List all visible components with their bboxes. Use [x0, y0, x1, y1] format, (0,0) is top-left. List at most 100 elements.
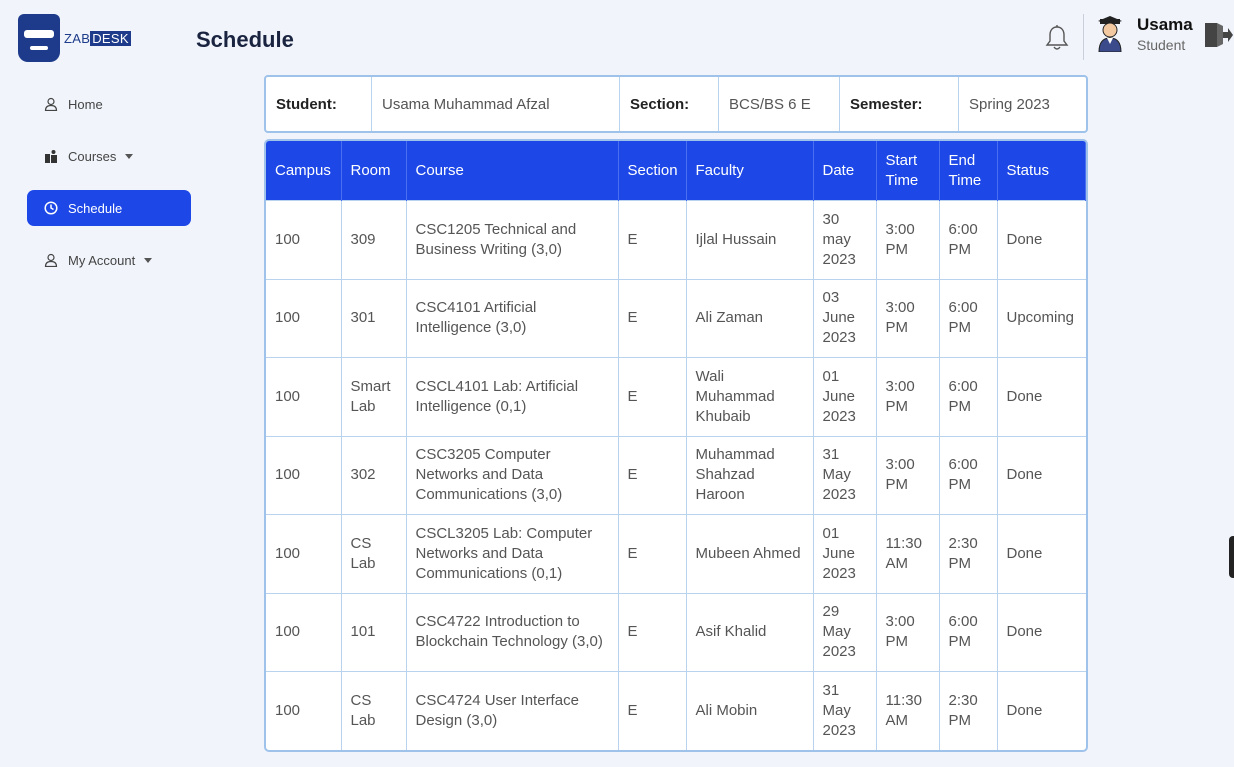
student-value-cell: Usama Muhammad Afzal: [372, 77, 620, 131]
cell-start-time: 3:00 PM: [875, 278, 940, 358]
scroll-handle[interactable]: [1229, 536, 1234, 578]
cell-start-time: 11:30 AM: [875, 671, 940, 750]
cell-room: 302: [340, 435, 407, 515]
cell-start-time: 3:00 PM: [875, 435, 940, 515]
logo-face-icon: [18, 14, 60, 62]
cell-status: Done: [996, 357, 1086, 437]
cell-campus: 100: [266, 278, 342, 358]
student-label-cell: Student:: [266, 77, 372, 131]
table-row: 100 CS Lab CSCL3205 Lab: Computer Networ…: [266, 514, 1086, 594]
sidebar-item-home[interactable]: Home: [27, 86, 191, 122]
column-header[interactable]: Course: [406, 141, 619, 201]
logout-icon[interactable]: [1203, 20, 1233, 50]
cell-faculty: Muhammad Shahzad Haroon: [685, 435, 814, 515]
books-icon: [45, 150, 57, 163]
cell-room: 101: [340, 592, 407, 672]
sidebar-item-label: Schedule: [68, 200, 123, 216]
user-icon: [44, 253, 58, 267]
cell-room: 301: [340, 278, 407, 358]
semester-value-cell: Spring 2023: [969, 95, 1050, 113]
bell-icon[interactable]: [1044, 24, 1070, 52]
cell-section: E: [617, 278, 687, 358]
user-role: Student: [1137, 37, 1186, 53]
cell-status: Done: [996, 592, 1086, 672]
cell-end-time: 6:00 PM: [938, 357, 998, 437]
column-header[interactable]: Room: [341, 141, 407, 201]
cell-campus: 100: [266, 200, 342, 280]
cell-faculty: Ali Mobin: [685, 671, 814, 750]
cell-campus: 100: [266, 357, 342, 437]
cell-start-time: 3:00 PM: [875, 200, 940, 280]
cell-date: 31 May 2023: [812, 435, 877, 515]
cell-campus: 100: [266, 514, 342, 594]
cell-course: CSCL4101 Lab: Artificial Intelligence (0…: [405, 357, 619, 437]
table-header-row: Campus Room Course Section Faculty Date …: [266, 141, 1086, 201]
cell-date: 01 June 2023: [812, 514, 877, 594]
section-value-cell: BCS/BS 6 E: [719, 77, 840, 131]
cell-date: 29 May 2023: [812, 592, 877, 672]
section-label-cell: Section:: [620, 77, 719, 131]
cell-section: E: [617, 514, 687, 594]
column-header[interactable]: Date: [813, 141, 877, 201]
column-header[interactable]: Faculty: [686, 141, 814, 201]
cell-faculty: Ali Zaman: [685, 278, 814, 358]
cell-end-time: 6:00 PM: [938, 592, 998, 672]
cell-faculty: Wali Muhammad Khubaib: [685, 357, 814, 437]
cell-status: Done: [996, 671, 1086, 750]
cell-section: E: [617, 357, 687, 437]
cell-end-time: 6:00 PM: [938, 278, 998, 358]
cell-faculty: Mubeen Ahmed: [685, 514, 814, 594]
cell-course: CSCL3205 Lab: Computer Networks and Data…: [405, 514, 619, 594]
table-row: 100 Smart Lab CSCL4101 Lab: Artificial I…: [266, 357, 1086, 437]
avatar-icon[interactable]: [1096, 16, 1124, 52]
cell-room: 309: [340, 200, 407, 280]
cell-course: CSC4101 Artificial Intelligence (3,0): [405, 278, 619, 358]
sidebar-item-my-account[interactable]: My Account: [27, 242, 191, 278]
sidebar-item-label: Home: [68, 96, 103, 112]
cell-status: Done: [996, 200, 1086, 280]
table-row: 100 101 CSC4722 Introduction to Blockcha…: [266, 592, 1086, 672]
semester-label-cell: Semester:: [840, 77, 959, 131]
cell-course: CSC3205 Computer Networks and Data Commu…: [405, 435, 619, 515]
table-row: 100 301 CSC4101 Artificial Intelligence …: [266, 278, 1086, 358]
cell-faculty: Asif Khalid: [685, 592, 814, 672]
cell-end-time: 6:00 PM: [938, 435, 998, 515]
page-title: Schedule: [196, 27, 294, 52]
cell-campus: 100: [266, 435, 342, 515]
cell-end-time: 2:30 PM: [938, 514, 998, 594]
cell-date: 01 June 2023: [812, 357, 877, 437]
cell-date: 30 may 2023: [812, 200, 877, 280]
sidebar-item-label: Courses: [68, 148, 117, 164]
cell-course: CSC4722 Introduction to Blockchain Techn…: [405, 592, 619, 672]
column-header[interactable]: End Time: [939, 141, 998, 201]
chevron-down-icon: [144, 257, 153, 263]
column-header[interactable]: Section: [618, 141, 687, 201]
column-header[interactable]: Start Time: [876, 141, 940, 201]
cell-status: Done: [996, 514, 1086, 594]
cell-status: Upcoming: [996, 278, 1086, 358]
cell-campus: 100: [266, 592, 342, 672]
student-info-bar: Student: Usama Muhammad Afzal Section: B…: [264, 75, 1088, 133]
cell-section: E: [617, 592, 687, 672]
user-name: Usama: [1137, 15, 1193, 34]
zabdesk-logo[interactable]: ZAB DESK: [18, 14, 131, 62]
table-row: 100 302 CSC3205 Computer Networks and Da…: [266, 435, 1086, 515]
logo-text: ZAB DESK: [64, 30, 131, 46]
cell-end-time: 2:30 PM: [938, 671, 998, 750]
column-header[interactable]: Status: [997, 141, 1086, 201]
cell-date: 31 May 2023: [812, 671, 877, 750]
cell-room: Smart Lab: [340, 357, 407, 437]
cell-course: CSC4724 User Interface Design (3,0): [405, 671, 619, 750]
cell-course: CSC1205 Technical and Business Writing (…: [405, 200, 619, 280]
cell-room: CS Lab: [340, 671, 407, 750]
cell-section: E: [617, 435, 687, 515]
sidebar-item-schedule[interactable]: Schedule: [27, 190, 191, 226]
clock-icon: [44, 201, 58, 215]
cell-start-time: 11:30 AM: [875, 514, 940, 594]
column-header[interactable]: Campus: [266, 141, 342, 201]
cell-room: CS Lab: [340, 514, 407, 594]
sidebar-item-courses[interactable]: Courses: [27, 138, 191, 174]
chevron-down-icon: [125, 153, 134, 159]
cell-date: 03 June 2023: [812, 278, 877, 358]
sidebar-item-label: My Account: [68, 252, 136, 268]
